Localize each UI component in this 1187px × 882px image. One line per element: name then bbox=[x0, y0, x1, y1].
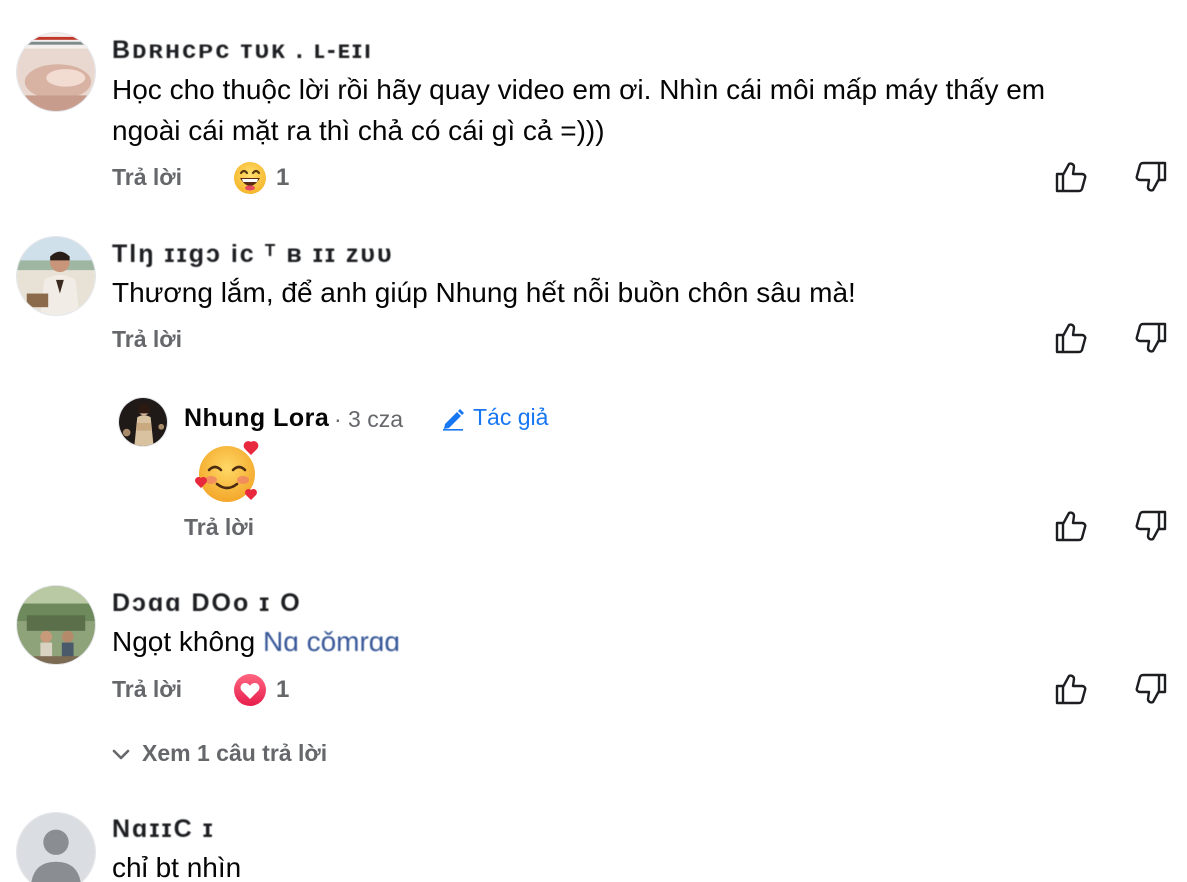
comment-author[interactable]: Tlŋ ɪɪgɔ ic ᵀ ʙ ɪɪ ᴢᴜᴜ bbox=[112, 240, 394, 269]
reaction-count: 1 bbox=[276, 164, 290, 191]
thumbs-up-icon[interactable] bbox=[1054, 160, 1088, 194]
reply-avatar[interactable] bbox=[118, 397, 168, 447]
author-badge-label: Tác giả bbox=[473, 404, 549, 430]
comments-page: Bᴅʀʜᴄᴘᴄ ᴛᴜᴋ . ʟ-ᴇɪı Học cho thuộc lời rồ… bbox=[0, 0, 1187, 882]
reply-button[interactable]: Trả lời bbox=[112, 164, 182, 191]
thumbs-down-icon[interactable] bbox=[1134, 160, 1168, 194]
thumbs-up-icon[interactable] bbox=[1054, 509, 1088, 543]
comment-text-line-2: ngoài cái mặt ra thì chả có cái gì cả =)… bbox=[112, 115, 605, 146]
reply-button[interactable]: Trả lời bbox=[112, 676, 182, 703]
comment-author[interactable]: Dɔɑɑ DOo ɪ O bbox=[112, 589, 302, 618]
avatar[interactable] bbox=[16, 585, 96, 665]
reply-author[interactable]: Nhung Lora bbox=[184, 404, 329, 433]
comment-text-line-1: Học cho thuộc lời rồi hãy quay video em … bbox=[112, 74, 1046, 105]
mention-link[interactable]: Nɑ cǒmrɑɑ bbox=[263, 626, 400, 657]
love-heart-icon bbox=[234, 674, 266, 706]
smiling-face-with-hearts-icon bbox=[193, 440, 263, 506]
reaction-summary[interactable]: 1 bbox=[232, 160, 289, 196]
pencil-icon bbox=[443, 408, 464, 431]
comment-author[interactable]: Bᴅʀʜᴄᴘᴄ ᴛᴜᴋ . ʟ-ᴇɪı bbox=[112, 36, 373, 65]
avatar[interactable] bbox=[16, 812, 96, 882]
reply-button[interactable]: Trả lời bbox=[184, 514, 254, 541]
avatar[interactable] bbox=[16, 32, 96, 112]
comment-text: Ngọt không Nɑ cǒmrɑɑ bbox=[112, 624, 400, 659]
reaction-summary[interactable]: 1 bbox=[232, 672, 289, 708]
thumbs-down-icon[interactable] bbox=[1134, 321, 1168, 355]
thumbs-up-icon[interactable] bbox=[1054, 672, 1088, 706]
reply-timestamp[interactable]: · 3 cza bbox=[334, 406, 403, 433]
see-replies-label: Xem 1 câu trả lời bbox=[142, 740, 328, 766]
comment-text-body: Ngọt không bbox=[112, 626, 256, 657]
see-replies-button[interactable]: Xem 1 câu trả lời bbox=[110, 740, 327, 767]
thumbs-down-icon[interactable] bbox=[1134, 509, 1168, 543]
thumbs-up-icon[interactable] bbox=[1054, 321, 1088, 355]
reply-button[interactable]: Trả lời bbox=[112, 326, 182, 353]
comment-text: Thương lắm, để anh giúp Nhung hết nỗi bu… bbox=[112, 277, 856, 308]
haha-emoji-icon bbox=[234, 162, 266, 194]
thumbs-down-icon[interactable] bbox=[1134, 672, 1168, 706]
chevron-down-icon bbox=[112, 749, 130, 759]
author-badge: Tác giả bbox=[441, 404, 548, 431]
comment-author[interactable]: NɑɪɪC ɪ bbox=[112, 815, 215, 844]
comment-text: chỉ bt nhìn bbox=[112, 852, 242, 882]
avatar[interactable] bbox=[16, 236, 96, 316]
reaction-count: 1 bbox=[276, 676, 290, 703]
